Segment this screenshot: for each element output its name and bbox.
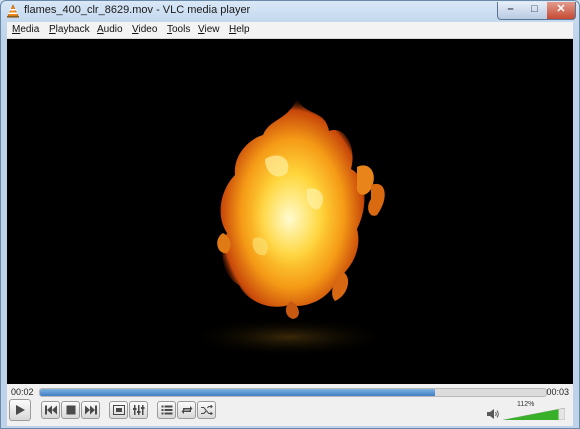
menu-playback[interactable]: Playback [49, 24, 90, 35]
menu-video[interactable]: Video [132, 24, 157, 35]
previous-icon [44, 405, 57, 415]
time-total: 00:03 [546, 387, 569, 397]
playlist-icon [161, 405, 172, 415]
window-title: flames_400_clr_8629.mov - VLC media play… [24, 4, 251, 16]
title-bar[interactable]: flames_400_clr_8629.mov - VLC media play… [1, 1, 579, 21]
volume-slider[interactable] [503, 408, 565, 420]
extended-settings-button[interactable] [129, 401, 148, 419]
flame-video-frame [184, 99, 394, 357]
next-button[interactable] [81, 401, 100, 419]
minimize-icon: – [507, 3, 514, 15]
menu-view[interactable]: View [198, 24, 220, 35]
menu-media[interactable]: Media [12, 24, 39, 35]
time-elapsed: 00:02 [11, 387, 34, 397]
playback-controls: 00:02 00:03 112% [7, 384, 573, 426]
previous-button[interactable] [41, 401, 60, 419]
vlc-cone-icon [7, 4, 19, 18]
stop-icon [66, 405, 75, 415]
maximize-icon: □ [531, 3, 538, 15]
menu-bar: Media Playback Audio Video Tools View He… [7, 22, 573, 39]
seek-bar-fill [40, 389, 435, 396]
fullscreen-button[interactable] [109, 401, 128, 419]
menu-audio[interactable]: Audio [97, 24, 123, 35]
extended-settings-icon [132, 405, 144, 415]
playlist-button[interactable] [157, 401, 176, 419]
loop-button[interactable] [177, 401, 196, 419]
shuffle-button[interactable] [197, 401, 216, 419]
play-button[interactable] [9, 399, 31, 421]
volume-percent: 112% [517, 401, 535, 408]
maximize-button[interactable]: □ [522, 2, 548, 20]
close-icon: ✕ [556, 3, 566, 15]
fullscreen-icon [112, 405, 125, 415]
seek-bar[interactable] [39, 388, 547, 397]
close-button[interactable]: ✕ [547, 2, 576, 20]
minimize-button[interactable]: – [497, 2, 524, 20]
shuffle-icon [200, 405, 213, 415]
play-icon [16, 405, 25, 415]
vlc-window: flames_400_clr_8629.mov - VLC media play… [0, 0, 580, 429]
speaker-icon[interactable] [487, 408, 499, 420]
loop-icon [181, 406, 192, 414]
next-icon [84, 405, 97, 415]
video-display[interactable] [7, 39, 573, 384]
menu-tools[interactable]: Tools [167, 24, 190, 35]
stop-button[interactable] [61, 401, 80, 419]
menu-help[interactable]: Help [229, 24, 250, 35]
